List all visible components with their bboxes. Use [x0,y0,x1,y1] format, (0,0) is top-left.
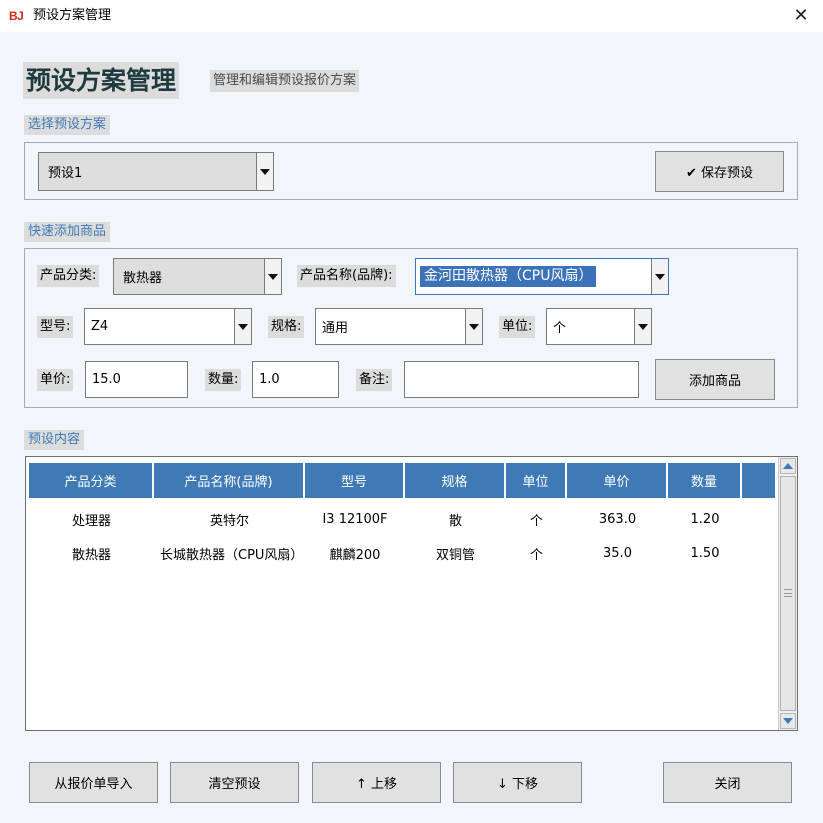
note-label: 备注: [356,369,393,391]
table-cell: 35.0 [603,545,632,561]
preset-section-label: 选择预设方案 [24,115,111,135]
table-cell: 英特尔 [209,513,249,529]
add-product-button[interactable]: 添加商品 [655,359,775,400]
unit-value: 个 [553,321,567,336]
product-name-label: 产品名称(品牌): [297,265,396,287]
content-section-label: 预设内容 [24,430,85,450]
column-header-extra [742,463,775,498]
close-button[interactable]: 关闭 [663,762,792,803]
chevron-down-icon[interactable] [651,259,668,294]
table-cell: 长城散热器（CPU风扇） [160,547,304,563]
import-from-quote-button[interactable]: 从报价单导入 [29,762,158,803]
table-body: 处理器 英特尔 I3 12100F 散 个 363.0 1.20 散热器 长城散… [29,502,742,570]
table-cell: 散热器 [71,547,111,563]
column-header-unit[interactable]: 单位 [506,463,567,498]
spec-value: 通用 [322,321,349,336]
window-close-button[interactable]: ✕ [792,6,810,26]
table-cell: 处理器 [71,513,111,529]
save-preset-button[interactable]: ✔ 保存预设 [655,151,784,192]
chevron-down-icon[interactable] [264,259,281,294]
preset-content-table: 产品分类 产品名称(品牌) 型号 规格 单位 单价 数量 处理器 英特尔 I3 … [25,456,798,731]
table-cell: I3 12100F [322,511,388,527]
table-row[interactable]: 散热器 长城散热器（CPU风扇） 麒麟200 双铜管 个 35.0 1.50 [29,536,742,570]
preset-select-value: 预设1 [48,166,83,181]
chevron-down-icon[interactable] [256,153,273,190]
column-header-quantity[interactable]: 数量 [668,463,742,498]
spec-label: 规格: [268,316,305,338]
model-label: 型号: [37,316,74,338]
product-name-combobox[interactable]: 金河田散热器（CPU风扇） [415,258,669,295]
grip-icon [784,589,792,597]
column-header-category[interactable]: 产品分类 [29,463,154,498]
note-field[interactable] [404,361,639,398]
quantity-field[interactable]: 1.0 [252,361,339,398]
table-header: 产品分类 产品名称(品牌) 型号 规格 单位 单价 数量 [29,463,775,498]
chevron-down-icon[interactable] [634,309,651,344]
model-value: Z4 [91,319,109,334]
quick-add-section-label: 快速添加商品 [24,222,111,242]
price-value: 15.0 [92,372,121,387]
spec-combobox[interactable]: 通用 [315,308,483,345]
scroll-up-icon[interactable] [780,458,796,474]
quantity-value: 1.0 [259,372,280,387]
table-cell: 1.50 [690,545,720,561]
quantity-label: 数量: [205,369,242,391]
table-cell: 个 [529,513,543,529]
table-cell: 散 [448,513,462,529]
clear-preset-button[interactable]: 清空预设 [170,762,299,803]
move-down-button[interactable]: ↓ 下移 [453,762,582,803]
preset-group: 预设1 ✔ 保存预设 [24,142,798,200]
move-up-button[interactable]: ↑ 上移 [312,762,441,803]
table-cell: 双铜管 [435,547,475,563]
price-label: 单价: [37,369,74,391]
category-label: 产品分类: [37,265,100,287]
column-header-spec[interactable]: 规格 [405,463,506,498]
category-select[interactable]: 散热器 [113,258,282,295]
column-header-price[interactable]: 单价 [567,463,668,498]
column-header-model[interactable]: 型号 [305,463,405,498]
vertical-scrollbar[interactable] [778,457,797,730]
preset-select[interactable]: 预设1 [38,152,274,191]
table-row[interactable]: 处理器 英特尔 I3 12100F 散 个 363.0 1.20 [29,502,742,536]
table-cell: 1.20 [690,511,720,527]
chevron-down-icon[interactable] [234,309,251,344]
page-title: 预设方案管理 [23,62,180,99]
category-select-value: 散热器 [123,271,163,286]
app-logo-icon: BJ [9,9,24,23]
model-combobox[interactable]: Z4 [84,308,252,345]
page-subtitle: 管理和编辑预设报价方案 [210,70,360,92]
title-bar: BJ 预设方案管理 ✕ [0,0,823,32]
table-cell: 363.0 [598,511,637,527]
window-title: 预设方案管理 [33,8,112,23]
unit-label: 单位: [499,316,536,338]
scroll-down-icon[interactable] [780,713,796,729]
table-cell: 个 [529,547,543,563]
chevron-down-icon[interactable] [465,309,482,344]
unit-combobox[interactable]: 个 [546,308,652,345]
table-cell: 麒麟200 [329,547,381,563]
scroll-thumb[interactable] [780,476,796,711]
product-name-selected-text: 金河田散热器（CPU风扇） [420,266,597,287]
price-field[interactable]: 15.0 [85,361,188,398]
column-header-name[interactable]: 产品名称(品牌) [154,463,305,498]
